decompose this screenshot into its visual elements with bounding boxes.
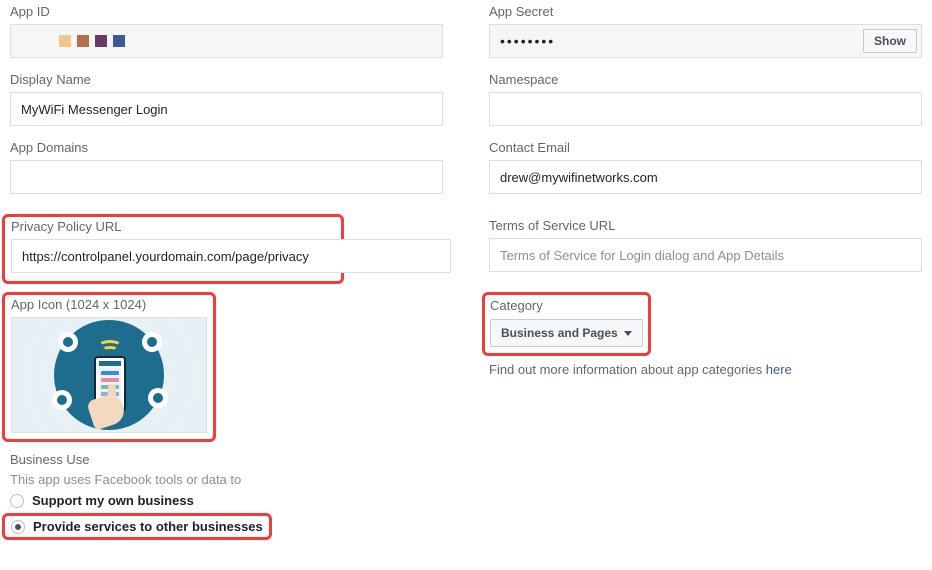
app-icon-highlight: App Icon (1024 x 1024) — [2, 292, 216, 442]
category-info-link[interactable]: here — [766, 362, 792, 377]
radio-checked-icon — [11, 520, 25, 534]
avatar-icon — [142, 332, 162, 352]
business-use-section: Business Use This app uses Facebook tool… — [10, 452, 922, 540]
namespace-field: Namespace — [489, 72, 922, 126]
privacy-url-input[interactable] — [11, 239, 451, 273]
business-use-label: Business Use — [10, 452, 922, 467]
privacy-label: Privacy Policy URL — [11, 219, 335, 234]
app-secret-field: App Secret •••••••• Show — [489, 4, 922, 58]
avatar-icon — [148, 388, 168, 408]
app-domains-label: App Domains — [10, 140, 443, 155]
wifi-icon — [98, 340, 122, 354]
category-info-text: Find out more information about app cate… — [489, 362, 922, 377]
business-use-option-own-label: Support my own business — [32, 493, 194, 508]
display-name-input[interactable] — [10, 92, 443, 126]
app-secret-label: App Secret — [489, 4, 922, 19]
app-domains-input[interactable] — [10, 160, 443, 194]
app-secret-value: •••••••• Show — [489, 24, 922, 58]
category-highlight: Category Business and Pages — [482, 292, 651, 356]
business-use-option-services-label[interactable]: Provide services to other businesses — [33, 519, 263, 534]
contact-email-label: Contact Email — [489, 140, 922, 155]
show-secret-button[interactable]: Show — [863, 29, 917, 53]
app-domains-field: App Domains — [10, 140, 443, 194]
app-id-field: App ID — [10, 4, 443, 58]
namespace-input[interactable] — [489, 92, 922, 126]
category-select[interactable]: Business and Pages — [490, 319, 643, 347]
tos-input[interactable] — [489, 238, 922, 272]
avatar-icon — [52, 390, 72, 410]
tos-field: Terms of Service URL — [489, 218, 922, 272]
app-secret-mask: •••••••• — [500, 33, 555, 49]
avatar-icon — [58, 332, 78, 352]
radio-icon — [10, 494, 24, 508]
app-id-redacted-icon — [21, 35, 125, 47]
tos-label: Terms of Service URL — [489, 218, 922, 233]
display-name-label: Display Name — [10, 72, 443, 87]
display-name-field: Display Name — [10, 72, 443, 126]
category-selected-text: Business and Pages — [501, 326, 618, 340]
contact-email-field: Contact Email — [489, 140, 922, 194]
chevron-down-icon — [624, 331, 632, 336]
app-icon-preview[interactable] — [11, 317, 207, 433]
privacy-highlight: Privacy Policy URL — [2, 214, 344, 284]
business-use-option-own[interactable]: Support my own business — [10, 493, 922, 508]
business-use-option-services-highlight: Provide services to other businesses — [2, 513, 272, 540]
app-id-label: App ID — [10, 4, 443, 19]
app-icon-label: App Icon (1024 x 1024) — [11, 297, 207, 312]
app-id-value — [10, 24, 443, 58]
business-use-sub: This app uses Facebook tools or data to — [10, 472, 922, 487]
category-label: Category — [490, 298, 643, 313]
contact-email-input[interactable] — [489, 160, 922, 194]
namespace-label: Namespace — [489, 72, 922, 87]
